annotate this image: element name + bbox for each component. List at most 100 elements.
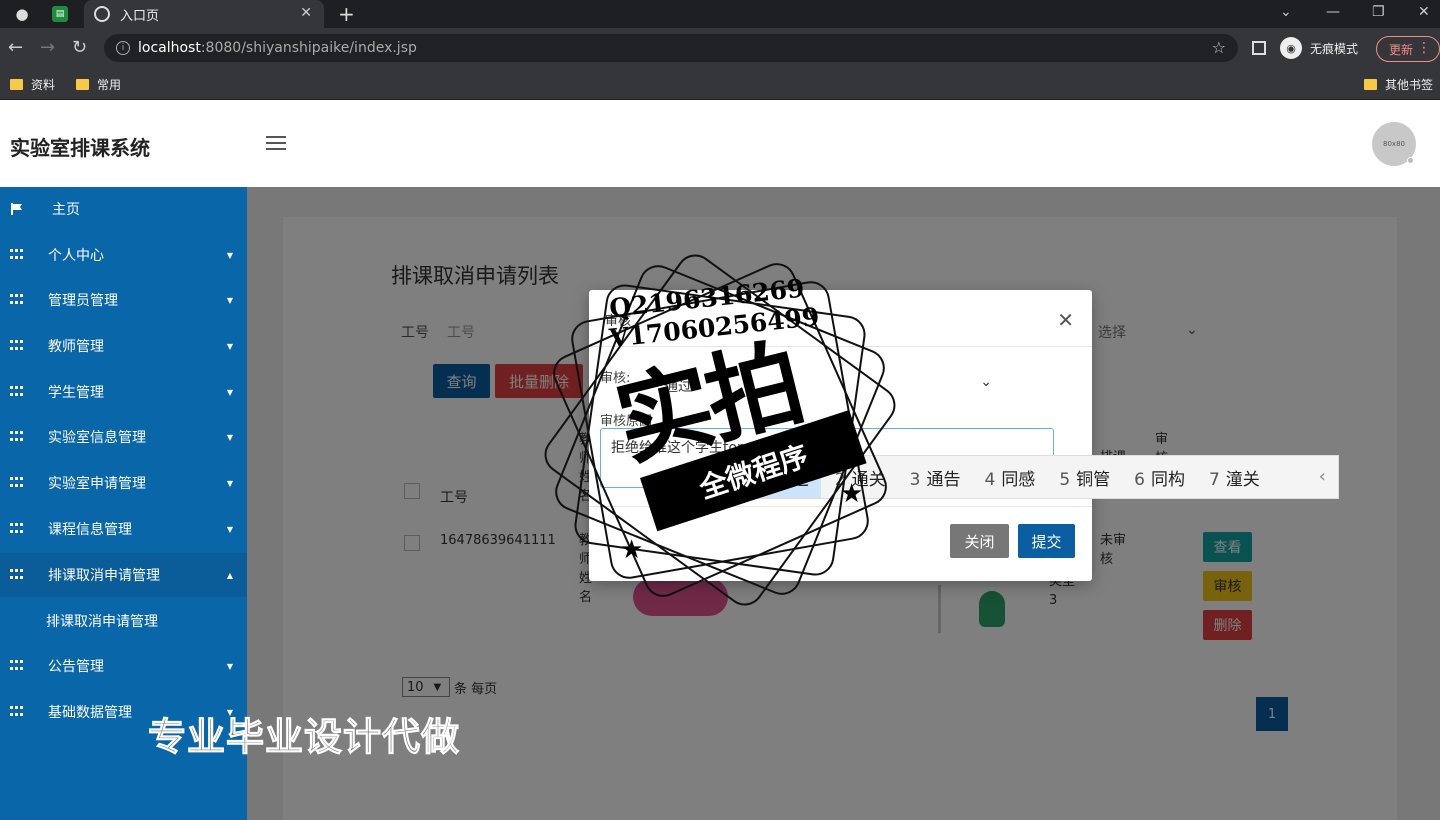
folder-icon xyxy=(10,79,23,90)
sidebar-item-label: 课程信息管理 xyxy=(48,522,132,538)
sidebar-item-label: 基础数据管理 xyxy=(48,705,132,721)
sidebar-item-label: 实验室申请管理 xyxy=(48,476,146,492)
url-host: localhost xyxy=(138,40,201,56)
reload-icon[interactable]: ↻ xyxy=(72,37,87,58)
grid-icon xyxy=(10,477,24,489)
sidebar-item-label: 个人中心 xyxy=(48,248,104,264)
grid-icon xyxy=(10,249,24,261)
sidebar-item-admins[interactable]: 管理员管理 ▼ xyxy=(0,278,247,322)
ime-candidate-text: 铜管 xyxy=(1076,469,1111,490)
back-arrow-icon[interactable]: ← xyxy=(8,37,23,58)
bookmark-folder-changyong[interactable]: 常用 xyxy=(76,76,121,93)
browser-address-bar: ← → ↻ i localhost:8080/shiyanshipaike/in… xyxy=(0,28,1440,68)
bookmark-label: 常用 xyxy=(97,78,122,92)
incognito-icon: ◉ xyxy=(1280,37,1302,59)
folder-icon xyxy=(1364,79,1377,90)
sidebar-item-teachers[interactable]: 教师管理 ▼ xyxy=(0,324,247,368)
grid-icon xyxy=(10,523,24,535)
bookmark-label: 资料 xyxy=(31,78,56,92)
sidebar-item-label: 主页 xyxy=(52,202,80,218)
ime-candidate[interactable]: 3 通告 xyxy=(910,465,961,490)
sidebar-subitem-label: 排课取消申请管理 xyxy=(46,614,158,630)
sidebar-item-students[interactable]: 学生管理 ▼ xyxy=(0,370,247,414)
window-close-icon[interactable]: ✕ xyxy=(1418,4,1430,20)
sidebar-item-courses[interactable]: 课程信息管理 ▼ xyxy=(0,507,247,551)
caret-down-icon: ▼ xyxy=(226,524,233,534)
sidebar-item-profile[interactable]: 个人中心 ▼ xyxy=(0,233,247,277)
sidebar-item-lab-requests[interactable]: 实验室申请管理 ▼ xyxy=(0,461,247,505)
close-button[interactable]: 关闭 xyxy=(950,524,1009,558)
incognito-indicator[interactable]: ◉ 无痕模式 xyxy=(1280,37,1358,59)
caret-down-icon: ▼ xyxy=(226,432,233,442)
caret-down-icon: ▼ xyxy=(226,250,233,260)
ime-candidate-text: 通告 xyxy=(926,469,961,490)
ime-candidate-text: 同感 xyxy=(1001,469,1036,490)
avatar-placeholder-text: 80x80 xyxy=(1383,140,1405,148)
caret-down-icon: ▼ xyxy=(226,295,233,305)
ime-candidate-number: 6 xyxy=(1134,469,1145,490)
ime-candidate-text: 通关 xyxy=(851,469,886,490)
update-button[interactable]: 更新 ⋮ xyxy=(1376,36,1440,62)
submit-button[interactable]: 提交 xyxy=(1018,524,1075,558)
caret-down-icon: ▼ xyxy=(226,478,233,488)
sidebar-item-notices[interactable]: 公告管理 ▼ xyxy=(0,644,247,688)
modal-close-icon[interactable]: ✕ xyxy=(1057,308,1074,332)
ime-candidate-text: 同构 xyxy=(1150,469,1185,490)
url-input[interactable]: i localhost:8080/shiyanshipaike/index.js… xyxy=(104,34,1238,62)
ime-candidate-number: 7 xyxy=(1208,469,1220,490)
incognito-label: 无痕模式 xyxy=(1310,41,1359,56)
ime-prev-page-icon[interactable]: ‹ xyxy=(1319,466,1326,487)
url-path: :8080/shiyanshipaike/index.jsp xyxy=(200,40,417,56)
grid-icon xyxy=(10,340,24,352)
sidebar-item-home[interactable]: 主页 xyxy=(0,187,247,231)
ime-candidate[interactable]: 5 铜管 xyxy=(1059,465,1110,490)
sidebar-item-label: 教师管理 xyxy=(48,339,104,355)
browser-tab-active[interactable]: 入口页 ✕ xyxy=(84,0,324,28)
globe-icon xyxy=(94,6,110,22)
bookmark-star-icon[interactable]: ☆ xyxy=(1212,38,1226,57)
window-restore-icon[interactable]: ❐ xyxy=(1372,4,1385,20)
browser-tab-strip: ● ▤ 入口页 ✕ + ⌄ — ❐ ✕ xyxy=(0,0,1440,28)
spreadsheet-app-icon[interactable]: ▤ xyxy=(52,6,68,22)
bookmark-label: 其他书签 xyxy=(1385,78,1434,92)
chevron-down-icon: ⌄ xyxy=(980,374,992,390)
browser-menu-icon[interactable]: ● xyxy=(12,4,32,24)
tab-close-icon[interactable]: ✕ xyxy=(300,5,312,21)
new-tab-plus-icon[interactable]: + xyxy=(338,2,355,26)
bookmark-folder-other[interactable]: 其他书签 xyxy=(1364,76,1433,93)
folder-icon xyxy=(76,79,89,90)
ime-candidate-number: 5 xyxy=(1059,469,1071,490)
tab-search-chevron-icon[interactable]: ⌄ xyxy=(1280,4,1292,20)
bookmarks-bar: 资料 常用 其他书签 xyxy=(0,68,1440,100)
ime-candidate[interactable]: 7 潼关 xyxy=(1209,465,1260,490)
sidebar-subitem-cancel-requests[interactable]: 排课取消申请管理 xyxy=(0,599,247,643)
side-panel-icon[interactable] xyxy=(1252,41,1266,55)
site-info-icon[interactable]: i xyxy=(116,41,130,55)
more-menu-icon[interactable]: ⋮ xyxy=(1417,40,1431,56)
ime-candidate-number: 4 xyxy=(984,469,996,490)
caret-down-icon: ▼ xyxy=(226,341,233,351)
grid-icon xyxy=(10,660,24,672)
avatar[interactable]: 80x80 xyxy=(1372,122,1416,166)
ime-candidate[interactable]: 6 同构 xyxy=(1134,465,1185,490)
caret-up-icon: ▲ xyxy=(226,570,233,580)
bookmark-folder-ziliao[interactable]: 资料 xyxy=(10,76,55,93)
sidebar-item-label: 排课取消申请管理 xyxy=(48,568,160,584)
menu-toggle-icon[interactable] xyxy=(266,136,286,152)
sidebar-item-label: 公告管理 xyxy=(48,659,104,675)
forward-arrow-icon[interactable]: → xyxy=(40,37,55,58)
ime-candidate-text: 潼关 xyxy=(1225,469,1260,490)
sidebar-item-cancel-requests[interactable]: 排课取消申请管理 ▲ xyxy=(0,553,247,597)
app-header: 实验室排课系统 80x80 xyxy=(0,100,1440,187)
caret-down-icon: ▼ xyxy=(226,387,233,397)
sidebar-item-label: 学生管理 xyxy=(48,385,104,401)
update-label: 更新 xyxy=(1389,42,1414,57)
tab-title: 入口页 xyxy=(120,8,160,24)
grid-icon xyxy=(10,386,24,398)
sidebar-item-lab-info[interactable]: 实验室信息管理 ▼ xyxy=(0,415,247,459)
ime-candidate-number: 3 xyxy=(909,469,921,490)
ime-candidate[interactable]: 4 同感 xyxy=(984,465,1035,490)
sidebar-item-label: 管理员管理 xyxy=(48,293,118,309)
grid-icon xyxy=(10,569,24,581)
window-minimize-icon[interactable]: — xyxy=(1326,4,1340,20)
